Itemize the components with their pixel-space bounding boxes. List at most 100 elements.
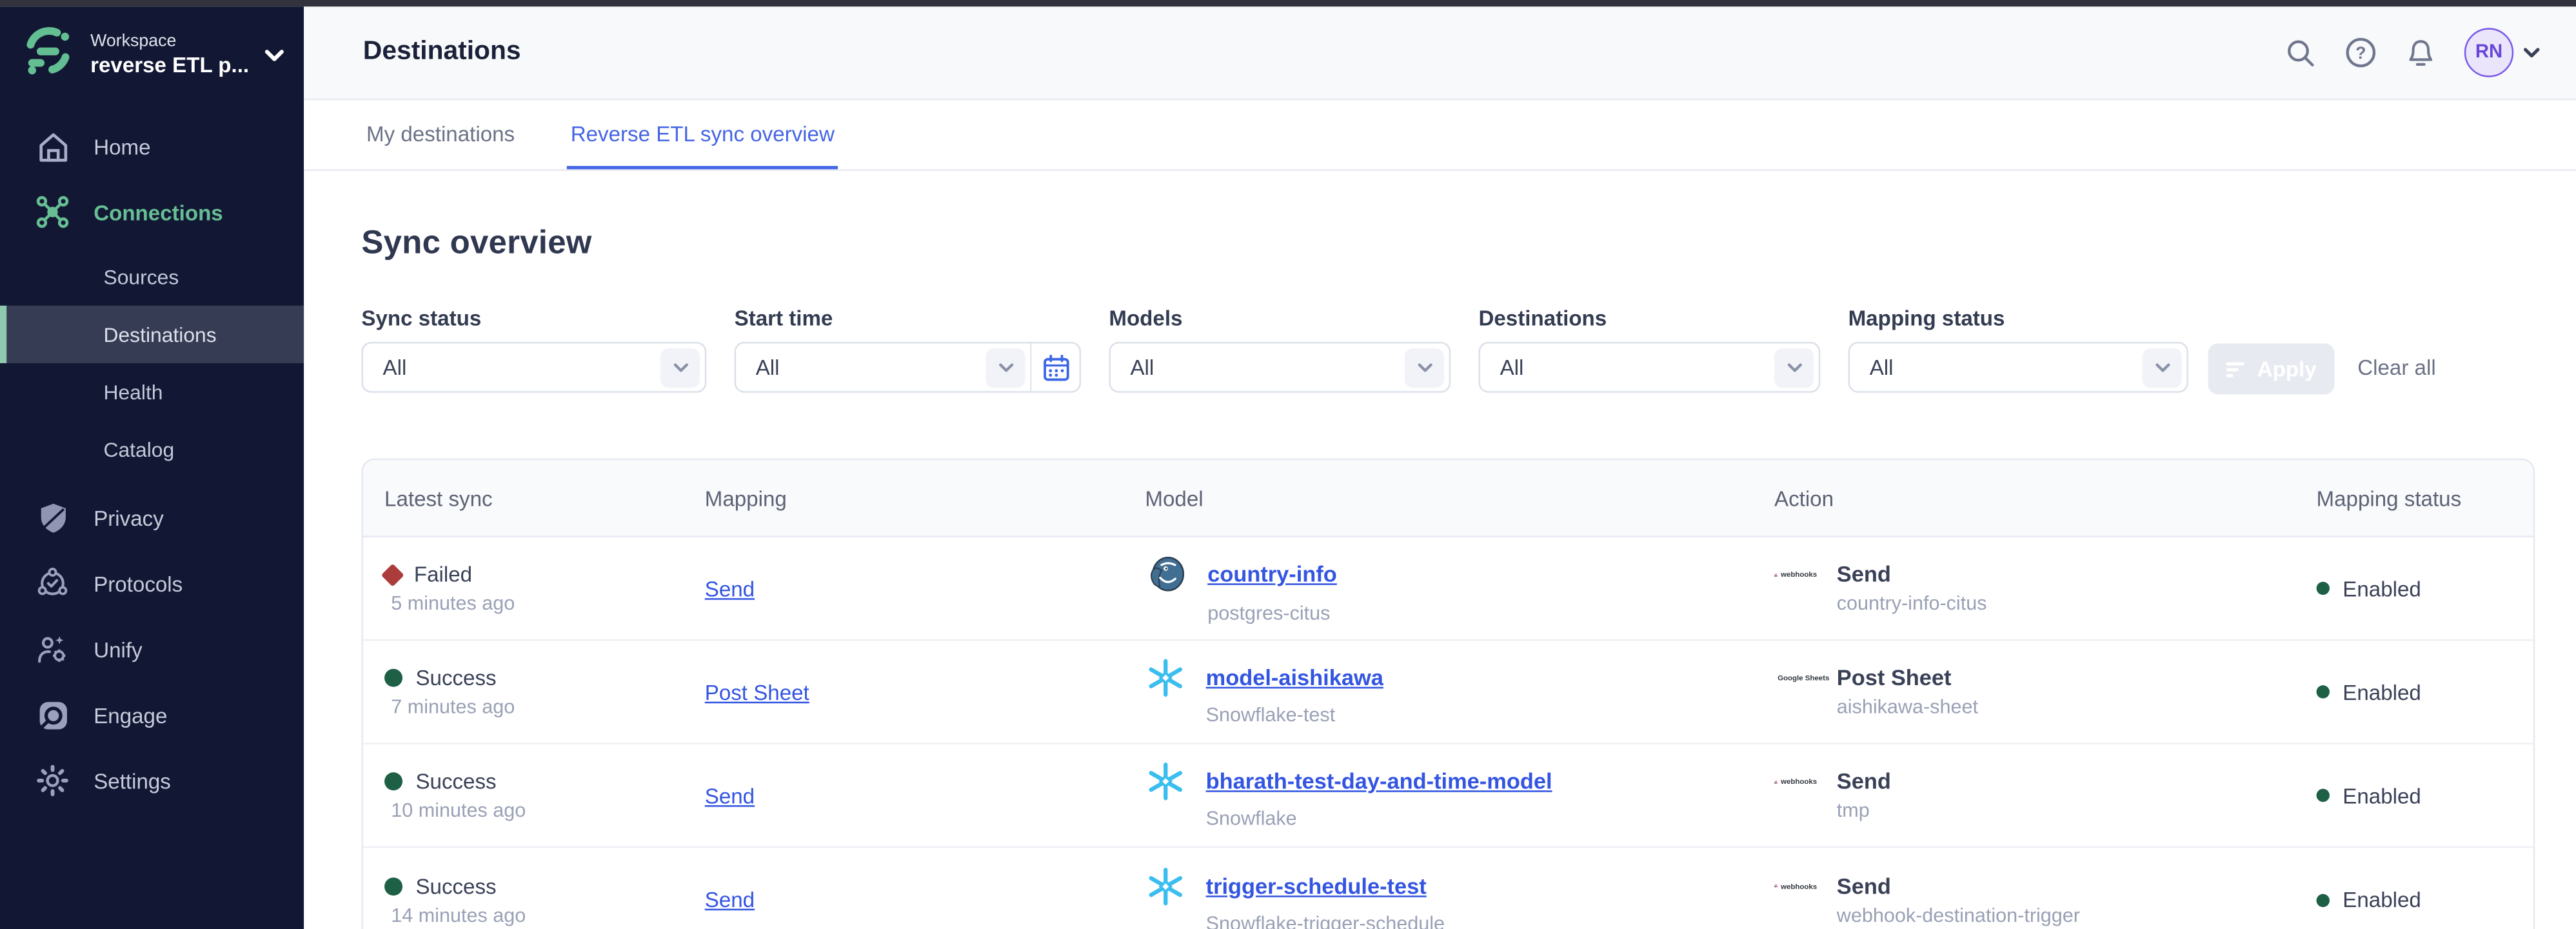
col-action: Action xyxy=(1753,460,2295,535)
protocols-icon xyxy=(34,567,70,600)
rudderstack-logo-icon xyxy=(20,23,76,87)
gear-icon xyxy=(34,764,70,797)
workspace-switcher[interactable]: Workspace reverse ETL p... xyxy=(0,6,304,100)
action-destination: country-info-citus xyxy=(1837,592,2295,615)
sidebar-item-label: Unify xyxy=(94,637,142,661)
calendar-icon[interactable] xyxy=(1030,343,1079,391)
help-icon[interactable]: ? xyxy=(2344,36,2377,69)
sidebar-item-label: Destinations xyxy=(103,323,216,346)
sync-status: Success xyxy=(415,769,496,794)
mapping-link[interactable]: Send xyxy=(705,887,1124,912)
connections-icon xyxy=(34,194,70,230)
svg-text:?: ? xyxy=(2355,43,2366,63)
start-time-select[interactable]: All xyxy=(735,342,1081,393)
chevron-down-icon xyxy=(1405,348,1444,387)
start-time-filter-label: Start time xyxy=(735,306,1081,330)
destinations-filter-label: Destinations xyxy=(1478,306,1820,330)
model-source: Snowflake-trigger-schedule xyxy=(1206,911,1753,929)
sidebar-item-connections[interactable]: Connections xyxy=(0,179,304,245)
sidebar-item-sources[interactable]: Sources xyxy=(0,248,304,306)
shield-icon xyxy=(34,501,70,535)
models-select[interactable]: All xyxy=(1109,342,1451,393)
chevron-down-icon xyxy=(660,348,700,387)
webhooks-icon: webhooks xyxy=(1774,566,1817,583)
postgres-icon xyxy=(1145,553,1187,595)
enabled-status-dot xyxy=(2317,582,2330,595)
sidebar-item-privacy[interactable]: Privacy xyxy=(0,484,304,550)
sync-time: 14 minutes ago xyxy=(391,903,683,926)
workspace-name: reverse ETL p... xyxy=(90,53,246,79)
table-row: Success 14 minutes ago Send xyxy=(363,848,2533,929)
snowflake-icon xyxy=(1145,761,1186,802)
action-name: Send xyxy=(1837,562,1891,586)
google-sheets-icon: Google Sheets xyxy=(1774,670,1817,686)
webhooks-icon: webhooks xyxy=(1774,773,1817,789)
page-title: Destinations xyxy=(363,38,521,68)
mapping-status-value: Enabled xyxy=(2343,783,2421,808)
mapping-link[interactable]: Send xyxy=(705,783,1124,808)
tab-reverse-etl-sync-overview[interactable]: Reverse ETL sync overview xyxy=(568,100,838,169)
sync-time: 10 minutes ago xyxy=(391,799,683,822)
model-source: Snowflake xyxy=(1206,807,1753,830)
table-row: Failed 5 minutes ago Send xyxy=(363,537,2533,641)
sidebar-item-settings[interactable]: Settings xyxy=(0,748,304,814)
sync-time: 5 minutes ago xyxy=(391,592,683,615)
apply-button[interactable]: Apply xyxy=(2208,343,2334,394)
mapping-status-filter-label: Mapping status xyxy=(1848,306,2188,330)
action-destination: aishikawa-sheet xyxy=(1837,695,2295,718)
sync-status: Success xyxy=(415,874,496,898)
model-link[interactable]: trigger-schedule-test xyxy=(1206,874,1427,898)
sidebar-item-engage[interactable]: Engage xyxy=(0,682,304,748)
mapping-status-value: Enabled xyxy=(2343,679,2421,704)
chevron-down-icon xyxy=(1774,348,1814,387)
table-row: Success 10 minutes ago Send xyxy=(363,744,2533,848)
model-link[interactable]: country-info xyxy=(1207,562,1337,586)
sync-status-select[interactable]: All xyxy=(361,342,706,393)
action-name: Post Sheet xyxy=(1837,666,1952,690)
clear-all-link[interactable]: Clear all xyxy=(2357,355,2435,379)
user-menu-chevron-down-icon xyxy=(2523,47,2539,59)
chevron-down-icon xyxy=(2143,348,2182,387)
sidebar-item-health[interactable]: Health xyxy=(0,363,304,421)
action-name: Send xyxy=(1837,874,1891,898)
action-destination: webhook-destination-trigger xyxy=(1837,903,2295,926)
user-menu[interactable]: RN xyxy=(2464,28,2540,77)
tabs: My destinations Reverse ETL sync overvie… xyxy=(304,100,2576,171)
mapping-link[interactable]: Send xyxy=(705,576,1124,601)
snowflake-icon xyxy=(1145,657,1186,699)
sidebar-item-protocols[interactable]: Protocols xyxy=(0,550,304,616)
sidebar-item-label: Protocols xyxy=(94,571,183,595)
action-name: Send xyxy=(1837,769,1891,794)
sidebar-item-catalog[interactable]: Catalog xyxy=(0,421,304,478)
sidebar-item-label: Settings xyxy=(94,768,171,793)
workspace-chevron-down-icon xyxy=(264,40,284,70)
model-link[interactable]: model-aishikawa xyxy=(1206,666,1383,690)
webhooks-icon: webhooks xyxy=(1774,877,1817,894)
avatar[interactable]: RN xyxy=(2464,28,2513,77)
unify-icon xyxy=(34,633,70,666)
sync-status: Success xyxy=(415,666,496,690)
sync-time: 7 minutes ago xyxy=(391,695,683,718)
sidebar-item-label: Connections xyxy=(94,199,223,224)
sidebar-item-label: Privacy xyxy=(94,505,164,530)
sidebar-item-label: Sources xyxy=(103,265,179,288)
tab-my-destinations[interactable]: My destinations xyxy=(363,100,518,169)
mapping-link[interactable]: Post Sheet xyxy=(705,679,1124,704)
table-row: Success 7 minutes ago Post Sheet xyxy=(363,641,2533,744)
app-canvas: Workspace reverse ETL p... Home xyxy=(0,0,2576,929)
success-status-icon xyxy=(384,877,402,895)
mapping-status-select[interactable]: All xyxy=(1848,342,2188,393)
sidebar-item-destinations[interactable]: Destinations xyxy=(0,306,304,363)
sidebar-item-label: Home xyxy=(94,134,150,159)
notifications-bell-icon[interactable] xyxy=(2405,37,2436,68)
model-link[interactable]: bharath-test-day-and-time-model xyxy=(1206,769,1552,794)
failed-status-icon xyxy=(381,563,404,586)
section-heading: Sync overview xyxy=(361,225,2535,263)
sidebar-item-label: Catalog xyxy=(103,438,174,461)
search-icon[interactable] xyxy=(2285,37,2316,68)
sidebar: Workspace reverse ETL p... Home xyxy=(0,6,304,929)
sidebar-item-unify[interactable]: Unify xyxy=(0,616,304,682)
col-latest-sync: Latest sync xyxy=(363,460,684,535)
destinations-select[interactable]: All xyxy=(1478,342,1820,393)
sidebar-item-home[interactable]: Home xyxy=(0,114,304,179)
